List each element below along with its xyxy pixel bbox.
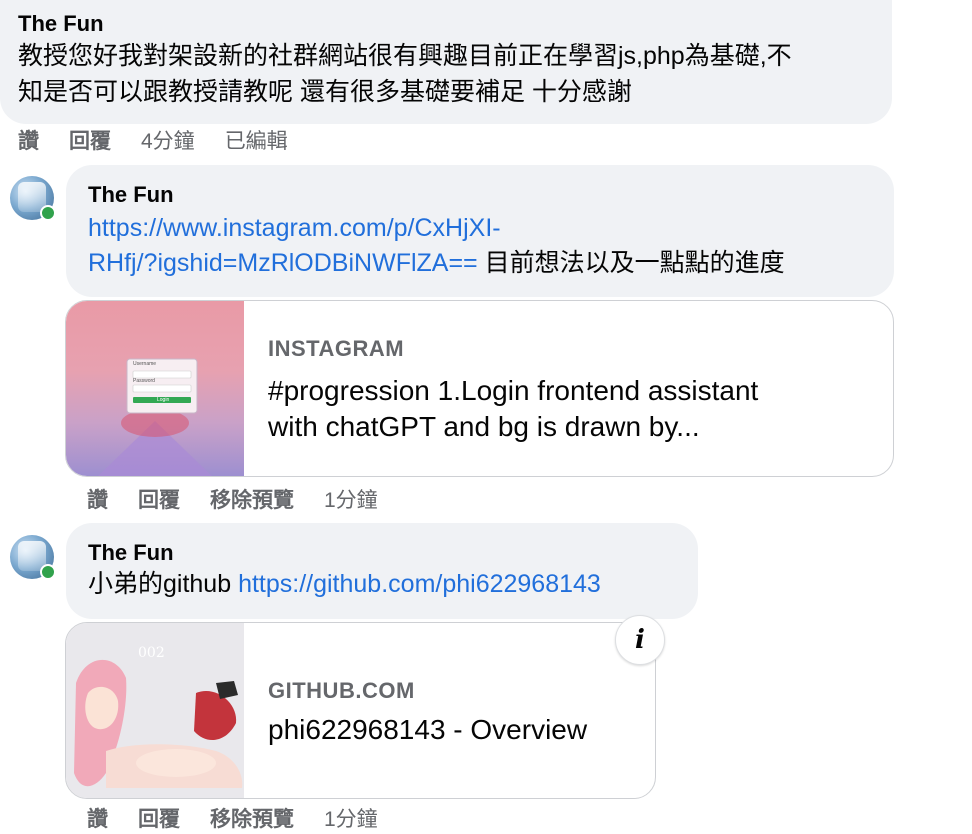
- preview-title: #progression 1.Login frontend assistant …: [268, 373, 758, 445]
- comment-text-suffix: 目前想法以及一點點的進度: [477, 249, 785, 277]
- like-button[interactable]: 讚: [87, 487, 108, 515]
- comment-author[interactable]: The Fun: [18, 10, 892, 38]
- comment-actions-github: 讚 回覆 移除預覽 1分鐘: [87, 806, 408, 834]
- like-button[interactable]: 讚: [18, 128, 39, 156]
- link-preview-github[interactable]: 002 GITHUB.COM phi622968143 - Overview: [65, 622, 656, 799]
- comment-author[interactable]: The Fun: [88, 539, 698, 567]
- remove-preview-button[interactable]: 移除預覽: [210, 806, 294, 834]
- avatar[interactable]: [10, 535, 56, 580]
- online-status-icon: [40, 205, 56, 221]
- comment-text-prefix: 小弟的github: [88, 570, 239, 598]
- comment-bubble-github: The Fun 小弟的github https://github.com/phi…: [66, 523, 698, 619]
- timestamp[interactable]: 4分鐘: [141, 128, 195, 156]
- thumb-username-label: Username: [133, 361, 157, 367]
- online-status-icon: [40, 564, 56, 580]
- preview-title-line1: #progression 1.Login frontend assistant: [268, 375, 759, 406]
- instagram-link-part1[interactable]: https://www.instagram.com/p/CxHjXI-: [88, 214, 501, 242]
- timestamp[interactable]: 1分鐘: [324, 487, 378, 515]
- comment-actions-top: 讚 回覆 4分鐘 已編輯: [18, 128, 318, 156]
- preview-thumbnail: Username Password Login: [66, 301, 244, 476]
- avatar[interactable]: [10, 176, 56, 221]
- thumb-label: 002: [138, 645, 165, 661]
- like-button[interactable]: 讚: [87, 806, 108, 834]
- preview-thumbnail: 002: [66, 623, 244, 798]
- login-form-illustration: [98, 358, 212, 476]
- instagram-link-part2[interactable]: RHfj/?igshid=MzRlODBiNWFlZA==: [88, 249, 478, 277]
- comment-text: 教授您好我對架設新的社群網站很有興趣目前正在學習js,php為基礎,不 知是否可…: [18, 38, 892, 110]
- info-icon[interactable]: i: [615, 615, 665, 665]
- reply-button[interactable]: 回覆: [138, 806, 180, 834]
- remove-preview-button[interactable]: 移除預覽: [210, 487, 294, 515]
- reply-button[interactable]: 回覆: [69, 128, 111, 156]
- preview-domain: GITHUB.COM: [268, 678, 415, 703]
- preview-title-line2: with chatGPT and bg is drawn by...: [268, 411, 700, 442]
- timestamp[interactable]: 1分鐘: [324, 806, 378, 834]
- preview-title: phi622968143 - Overview: [268, 714, 588, 745]
- github-link[interactable]: https://github.com/phi622968143: [238, 570, 601, 598]
- comment-actions-instagram: 讚 回覆 移除預覽 1分鐘: [87, 487, 408, 515]
- edited-label[interactable]: 已編輯: [225, 128, 288, 156]
- comment-text-line2: 知是否可以跟教授請教呢 還有很多基礎要補足 十分感謝: [18, 78, 632, 106]
- reply-button[interactable]: 回覆: [138, 487, 180, 515]
- link-preview-instagram[interactable]: Username Password Login INSTAGRAM #progr…: [65, 300, 894, 477]
- comment-text: 小弟的github https://github.com/phi62296814…: [88, 567, 698, 601]
- preview-domain: INSTAGRAM: [268, 336, 405, 361]
- comment-text: https://www.instagram.com/p/CxHjXI- RHfj…: [88, 211, 894, 281]
- comment-bubble-instagram: The Fun https://www.instagram.com/p/CxHj…: [66, 165, 894, 297]
- thumb-login-label: Login: [157, 397, 170, 403]
- comment-bubble-top: The Fun 教授您好我對架設新的社群網站很有興趣目前正在學習js,php為基…: [0, 0, 892, 124]
- comment-text-line1: 教授您好我對架設新的社群網站很有興趣目前正在學習js,php為基礎,不: [18, 42, 792, 70]
- thumb-password-label: Password: [133, 378, 155, 384]
- comment-author[interactable]: The Fun: [88, 181, 894, 209]
